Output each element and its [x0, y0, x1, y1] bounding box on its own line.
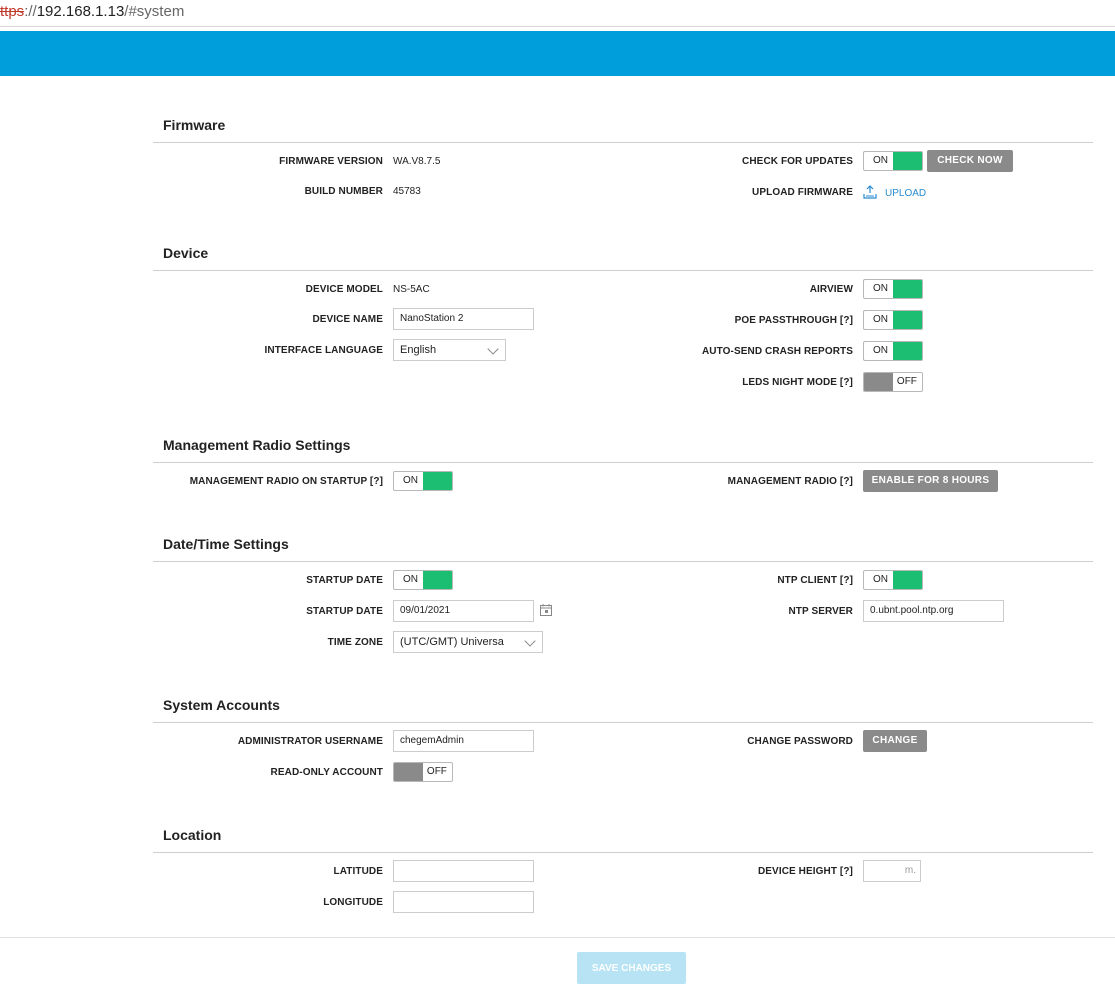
url-host: 192.168.1.13: [36, 3, 125, 20]
firmware-version-value: WA.V8.7.5: [393, 156, 441, 167]
change-password-button[interactable]: CHANGE: [863, 730, 927, 752]
toggle-knob: [893, 280, 922, 298]
management-startup-toggle[interactable]: ON: [393, 471, 453, 491]
header-bar: [0, 31, 1115, 76]
toggle-knob: [893, 342, 922, 360]
toggle-state: ON: [873, 155, 888, 166]
toggle-knob: [893, 152, 922, 170]
toggle-knob: [423, 571, 452, 589]
save-changes-button[interactable]: SAVE CHANGES: [577, 952, 686, 984]
airview-toggle[interactable]: ON: [863, 279, 923, 299]
toggle-knob: [394, 763, 423, 781]
device-name-input[interactable]: NanoStation 2: [393, 308, 534, 330]
longitude-input[interactable]: [393, 891, 534, 913]
chevron-down-icon: [487, 343, 499, 355]
toggle-knob: [864, 373, 893, 391]
admin-username-label: ADMINISTRATOR USERNAME: [237, 736, 383, 747]
change-password-label: CHANGE PASSWORD: [747, 736, 853, 747]
build-number-value: 45783: [393, 186, 421, 197]
longitude-label: LONGITUDE: [323, 897, 383, 908]
startup-date-toggle[interactable]: ON: [393, 570, 453, 590]
startup-date-label: STARTUP DATE: [306, 606, 383, 617]
build-number-label: BUILD NUMBER: [304, 186, 383, 197]
crash-reports-label: AUTO-SEND CRASH REPORTS: [701, 346, 853, 357]
url-path: /#system: [124, 3, 185, 20]
interface-language-select[interactable]: English: [393, 339, 506, 361]
ntp-client-label: NTP CLIENT [?]: [777, 575, 853, 586]
check-updates-label: CHECK FOR UPDATES: [742, 156, 853, 167]
management-radio-label: MANAGEMENT RADIO [?]: [727, 476, 853, 487]
time-zone-label: TIME ZONE: [327, 637, 383, 648]
section-title-device: Device: [163, 245, 209, 261]
section-divider: [153, 722, 1093, 723]
section-title-datetime: Date/Time Settings: [163, 536, 289, 552]
section-divider: [153, 270, 1093, 271]
upload-firmware-label: UPLOAD FIRMWARE: [752, 187, 853, 198]
device-model-label: DEVICE MODEL: [305, 284, 383, 295]
toggle-state: ON: [873, 345, 888, 356]
enable-8-hours-button[interactable]: ENABLE FOR 8 HOURS: [863, 470, 998, 492]
toggle-state: ON: [873, 283, 888, 294]
device-name-label: DEVICE NAME: [312, 314, 383, 325]
check-now-button[interactable]: CHECK NOW: [927, 150, 1013, 172]
upload-link[interactable]: UPLOAD: [885, 188, 926, 199]
poe-passthrough-toggle[interactable]: ON: [863, 310, 923, 330]
toggle-state: OFF: [896, 376, 917, 387]
readonly-account-toggle[interactable]: OFF: [393, 762, 453, 782]
language-selected: English: [400, 344, 437, 356]
toggle-state: ON: [403, 475, 418, 486]
device-height-label: DEVICE HEIGHT [?]: [757, 866, 853, 877]
ntp-client-toggle[interactable]: ON: [863, 570, 923, 590]
firmware-version-label: FIRMWARE VERSION: [279, 156, 383, 167]
startup-date-input[interactable]: 09/01/2021: [393, 600, 534, 622]
toggle-state: OFF: [426, 766, 447, 777]
ntp-server-input[interactable]: 0.ubnt.pool.ntp.org: [863, 600, 1004, 622]
toggle-knob: [423, 472, 452, 490]
management-startup-label: MANAGEMENT RADIO ON STARTUP [?]: [189, 476, 383, 487]
admin-username-input[interactable]: chegemAdmin: [393, 730, 534, 752]
crash-reports-toggle[interactable]: ON: [863, 341, 923, 361]
device-height-input[interactable]: m.: [863, 860, 921, 882]
section-title-accounts: System Accounts: [163, 697, 280, 713]
section-divider: [153, 561, 1093, 562]
leds-night-mode-toggle[interactable]: OFF: [863, 372, 923, 392]
ntp-server-label: NTP SERVER: [788, 606, 853, 617]
section-divider: [153, 462, 1093, 463]
toggle-state: ON: [873, 314, 888, 325]
footer-divider: [0, 937, 1115, 938]
readonly-account-label: READ-ONLY ACCOUNT: [270, 767, 383, 778]
section-title-management: Management Radio Settings: [163, 437, 351, 453]
time-zone-select[interactable]: (UTC/GMT) Universa: [393, 631, 543, 653]
section-title-firmware: Firmware: [163, 117, 226, 133]
toggle-knob: [893, 571, 922, 589]
toggle-state: ON: [403, 574, 418, 585]
address-bar[interactable]: ttps://192.168.1.13/#system: [0, 0, 1115, 27]
url-scheme: ttps: [0, 3, 25, 20]
startup-date-toggle-label: STARTUP DATE: [306, 575, 383, 586]
section-divider: [153, 852, 1093, 853]
device-model-value: NS-5AC: [393, 284, 430, 295]
leds-night-mode-label: LEDS NIGHT MODE [?]: [742, 377, 853, 388]
height-unit: m.: [904, 865, 916, 876]
latitude-input[interactable]: [393, 860, 534, 882]
check-updates-toggle[interactable]: ON: [863, 151, 923, 171]
latitude-label: LATITUDE: [333, 866, 383, 877]
section-title-location: Location: [163, 827, 222, 843]
time-zone-selected: (UTC/GMT) Universa: [400, 636, 504, 648]
poe-passthrough-label: POE PASSTHROUGH [?]: [734, 315, 853, 326]
toggle-knob: [893, 311, 922, 329]
calendar-icon[interactable]: [540, 603, 552, 616]
upload-icon[interactable]: [863, 185, 877, 199]
chevron-down-icon: [524, 635, 536, 647]
section-divider: [153, 142, 1093, 143]
toggle-state: ON: [873, 574, 888, 585]
url-separator: ://: [24, 3, 37, 20]
airview-label: AIRVIEW: [809, 284, 853, 295]
interface-language-label: INTERFACE LANGUAGE: [264, 345, 383, 356]
